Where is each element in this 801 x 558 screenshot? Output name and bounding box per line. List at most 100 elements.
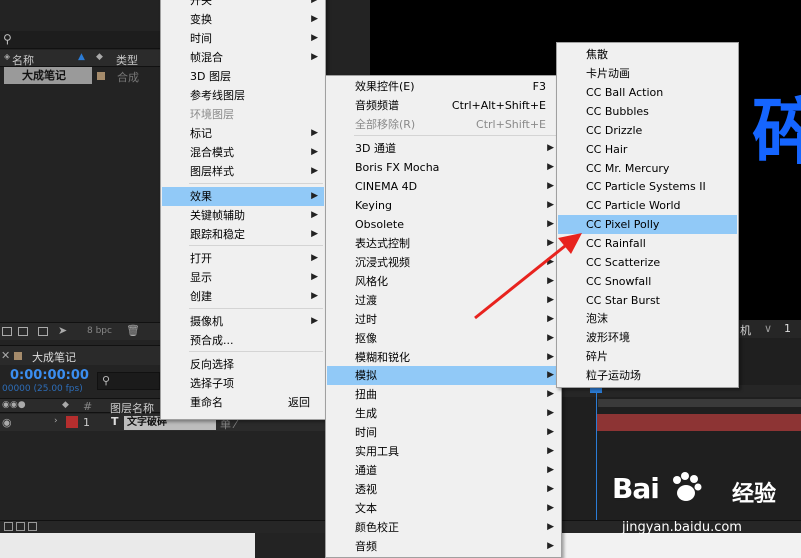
menu-item-label: 选择子项	[190, 377, 234, 390]
bit-depth-label[interactable]: 8 bpc	[87, 326, 112, 336]
layer-menu-item[interactable]: 3D 图层	[162, 67, 324, 86]
simulation-menu-item[interactable]: CC Bubbles	[558, 102, 737, 121]
submenu-arrow-icon: ▶	[547, 143, 554, 153]
current-timecode[interactable]: 0:00:00:00	[10, 368, 89, 383]
layer-menu-item[interactable]: 混合模式 ▶	[162, 143, 324, 162]
effects-menu-item[interactable]: 透视 ▶	[327, 480, 560, 499]
render-icon[interactable]: ➤	[58, 324, 67, 337]
menu-item-label: 颜色校正	[355, 521, 399, 534]
effects-menu-item[interactable]: 模糊和锐化 ▶	[327, 348, 560, 367]
layer-label-color[interactable]	[66, 416, 78, 428]
menu-separator	[354, 135, 559, 136]
layer-menu-item[interactable]: 标记 ▶	[162, 124, 324, 143]
effects-menu-item[interactable]: Keying ▶	[327, 196, 560, 215]
effects-menu-item[interactable]: 生成 ▶	[327, 404, 560, 423]
effects-menu-item[interactable]: 3D 通道 ▶	[327, 139, 560, 158]
simulation-menu-item[interactable]: 焦散	[558, 45, 737, 64]
layer-menu-item[interactable]: 图层样式 ▶	[162, 162, 324, 181]
menu-item-label: 粒子运动场	[586, 369, 641, 382]
simulation-menu-item[interactable]: CC Ball Action	[558, 83, 737, 102]
timeline-search-input[interactable]: ⚲	[97, 372, 160, 390]
close-icon[interactable]: ✕	[1, 349, 10, 362]
timeline-tab-title[interactable]: 大成笔记	[32, 349, 76, 365]
submenu-arrow-icon: ▶	[311, 0, 318, 5]
submenu-arrow-icon: ▶	[547, 503, 554, 513]
new-composition-icon[interactable]	[38, 327, 48, 336]
layer-menu-item[interactable]: 参考线图层	[162, 86, 324, 105]
menu-item-label: CC Star Burst	[586, 294, 660, 307]
toggle-modes-icon[interactable]	[16, 522, 25, 531]
layer-menu-item[interactable]: 重命名 返回	[162, 393, 324, 412]
layer-context-menu: 开关 ▶ 变换 ▶ 时间 ▶ 帧混合 ▶ 3D 图层 参考线图层 环境图层 标记 ▶ 混合模式 ▶ 图层样式 ▶…	[160, 0, 326, 420]
effects-menu-item[interactable]: 文本 ▶	[327, 499, 560, 518]
expand-chevron-icon[interactable]: ›	[54, 416, 58, 426]
layer-menu-item[interactable]: 帧混合 ▶	[162, 48, 324, 67]
effects-menu-item[interactable]: 扭曲 ▶	[327, 385, 560, 404]
effects-menu-item[interactable]: 颜色校正 ▶	[327, 518, 560, 537]
composition-color-swatch	[14, 352, 22, 360]
layer-menu-item[interactable]: 效果 ▶	[162, 187, 324, 206]
simulation-menu-item[interactable]: CC Hair	[558, 140, 737, 159]
layer-menu-item[interactable]: 反向选择	[162, 355, 324, 374]
menu-item-label: 重命名	[190, 396, 223, 409]
effects-menu-item[interactable]: 音频 ▶	[327, 537, 560, 556]
submenu-arrow-icon: ▶	[547, 541, 554, 551]
simulation-menu-item[interactable]: CC Drizzle	[558, 121, 737, 140]
simulation-menu-item[interactable]: 粒子运动场	[558, 366, 737, 385]
submenu-arrow-icon: ▶	[311, 229, 318, 239]
layer-duration-bar[interactable]	[597, 414, 801, 431]
timeline-tab[interactable]: ✕ 大成笔记	[0, 345, 160, 365]
toggle-switches-icon[interactable]	[4, 522, 13, 531]
simulation-menu-item[interactable]: CC Particle World	[558, 196, 737, 215]
effects-menu-item[interactable]: Boris FX Mocha ▶	[327, 158, 560, 177]
simulation-menu-item[interactable]: 碎片	[558, 347, 737, 366]
layer-menu-item[interactable]: 预合成...	[162, 331, 324, 350]
layer-menu-item[interactable]: 时间 ▶	[162, 29, 324, 48]
new-folder-icon[interactable]	[18, 327, 28, 336]
column-type-header[interactable]: 类型	[116, 52, 138, 68]
interpret-footage-icon[interactable]	[2, 327, 12, 336]
menu-item-label: 风格化	[355, 275, 388, 288]
menu-item-label: CC Ball Action	[586, 86, 664, 99]
playhead-line[interactable]	[596, 390, 597, 540]
sort-up-icon[interactable]: ▲	[78, 52, 85, 62]
menu-item-label: CC Pixel Polly	[586, 218, 660, 231]
simulation-menu-item[interactable]: 波形环境	[558, 328, 737, 347]
dropdown-chevron-icon[interactable]: ∨	[764, 322, 772, 335]
layer-menu-item[interactable]: 变换 ▶	[162, 10, 324, 29]
effects-menu-item[interactable]: 抠像 ▶	[327, 329, 560, 348]
menu-item-label: 过渡	[355, 294, 377, 307]
layer-menu-item[interactable]: 打开 ▶	[162, 249, 324, 268]
layer-menu-item[interactable]: 选择子项	[162, 374, 324, 393]
layer-menu-item[interactable]: 创建 ▶	[162, 287, 324, 306]
trash-icon[interactable]: 🗑	[126, 324, 140, 337]
menu-item-label: 时间	[190, 32, 212, 45]
camera-label[interactable]: 机	[740, 322, 751, 338]
effects-menu-item[interactable]: 音频频谱 Ctrl+Alt+Shift+E	[327, 96, 560, 115]
effects-menu-item[interactable]: 效果控件(E) F3	[327, 77, 560, 96]
submenu-arrow-icon: ▶	[547, 370, 554, 380]
project-item-row[interactable]: 大成笔记 合成	[0, 67, 160, 84]
toggle-timing-icon[interactable]	[28, 522, 37, 531]
menu-separator	[189, 351, 323, 352]
work-area-bar[interactable]	[598, 399, 801, 407]
project-search-input[interactable]: ⚲	[0, 31, 160, 49]
simulation-menu-item[interactable]: CC Mr. Mercury	[558, 159, 737, 178]
effects-menu-item[interactable]: CINEMA 4D ▶	[327, 177, 560, 196]
layer-menu-item[interactable]: 开关 ▶	[162, 0, 324, 10]
effects-menu-item[interactable]: 时间 ▶	[327, 423, 560, 442]
layer-menu-item[interactable]: 显示 ▶	[162, 268, 324, 287]
layer-menu-item[interactable]: 关键帧辅助 ▶	[162, 206, 324, 225]
effects-menu-item[interactable]: 通道 ▶	[327, 461, 560, 480]
menu-item-label: 实用工具	[355, 445, 399, 458]
effects-menu-item[interactable]: 实用工具 ▶	[327, 442, 560, 461]
simulation-menu-item[interactable]: CC Particle Systems II	[558, 177, 737, 196]
column-name-header[interactable]: 名称	[12, 52, 34, 68]
layer-menu-item[interactable]: 跟踪和稳定 ▶	[162, 225, 324, 244]
submenu-arrow-icon: ▶	[547, 484, 554, 494]
layer-menu-item[interactable]: 摄像机 ▶	[162, 312, 324, 331]
visibility-icon[interactable]: ◉	[2, 416, 12, 429]
effects-menu-item[interactable]: 模拟 ▶	[327, 366, 560, 385]
simulation-menu-item[interactable]: 卡片动画	[558, 64, 737, 83]
menu-item-label: 碎片	[586, 350, 608, 363]
